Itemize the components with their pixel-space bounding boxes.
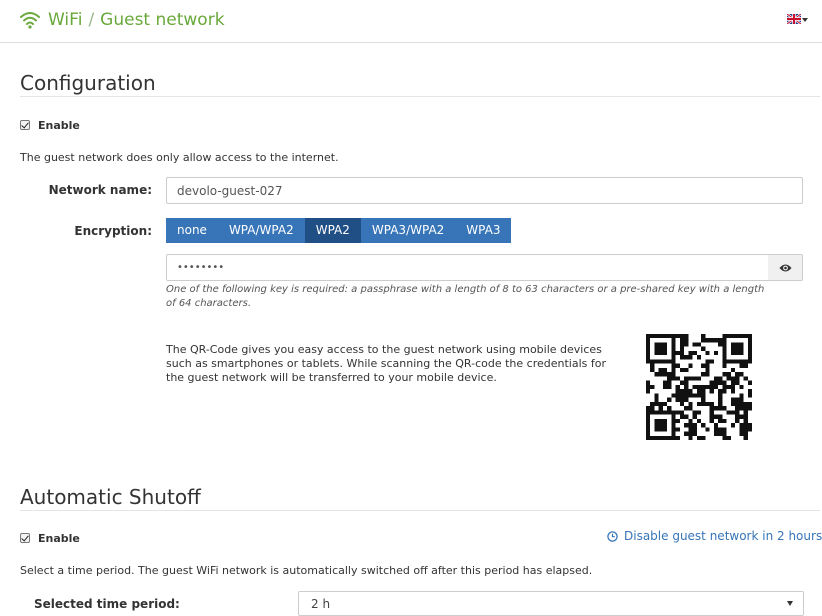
key-requirement-hint: One of the following key is required: a … (166, 284, 765, 309)
language-dropdown-caret-icon[interactable] (802, 18, 808, 22)
shutoff-enable-checkbox[interactable] (20, 533, 30, 543)
time-period-value: 2 h (311, 597, 331, 611)
breadcrumb-separator: / (88, 10, 95, 30)
encryption-wpa2-button[interactable]: WPA2 (304, 218, 361, 243)
top-bar: WiFi / Guest network (0, 0, 822, 43)
guest-enable-label: Enable (38, 119, 80, 132)
eye-icon (779, 264, 792, 272)
network-name-input[interactable]: devolo-guest-027 (166, 177, 803, 204)
guest-enable-checkbox[interactable] (20, 120, 30, 130)
wifi-key-input[interactable]: •••••••• (166, 254, 769, 281)
clock-icon (607, 531, 618, 542)
breadcrumb-wifi[interactable]: WiFi (48, 10, 82, 30)
network-name-label: Network name: (48, 183, 152, 197)
show-key-button[interactable] (768, 254, 803, 281)
breadcrumb-guest-network: Guest network (100, 10, 225, 30)
disable-guest-network-link[interactable]: Disable guest network in 2 hours (624, 529, 822, 543)
time-period-label: Selected time period: (34, 597, 180, 611)
shutoff-info-text: Select a time period. The guest WiFi net… (20, 564, 593, 577)
qr-code-image (646, 334, 752, 440)
wifi-icon (20, 12, 40, 29)
shutoff-enable-label: Enable (38, 532, 80, 545)
breadcrumb: WiFi / Guest network (48, 10, 225, 30)
encryption-wpa-wpa2-button[interactable]: WPA/WPA2 (217, 218, 305, 243)
encryption-wpa3-button[interactable]: WPA3 (455, 218, 512, 243)
automatic-shutoff-divider (20, 510, 820, 511)
configuration-divider (20, 96, 820, 97)
time-period-select[interactable]: 2 h (298, 591, 804, 616)
encryption-selector: none WPA/WPA2 WPA2 WPA3/WPA2 WPA3 (166, 218, 512, 243)
encryption-label: Encryption: (74, 224, 152, 238)
qr-code-description: The QR-Code gives you easy access to the… (166, 343, 606, 384)
chevron-down-icon (787, 601, 793, 606)
uk-flag-icon[interactable] (787, 14, 801, 24)
encryption-none-button[interactable]: none (166, 218, 218, 243)
automatic-shutoff-title: Automatic Shutoff (20, 485, 201, 509)
configuration-title: Configuration (20, 71, 156, 95)
guest-info-text: The guest network does only allow access… (20, 151, 339, 164)
encryption-wpa3-wpa2-button[interactable]: WPA3/WPA2 (360, 218, 456, 243)
